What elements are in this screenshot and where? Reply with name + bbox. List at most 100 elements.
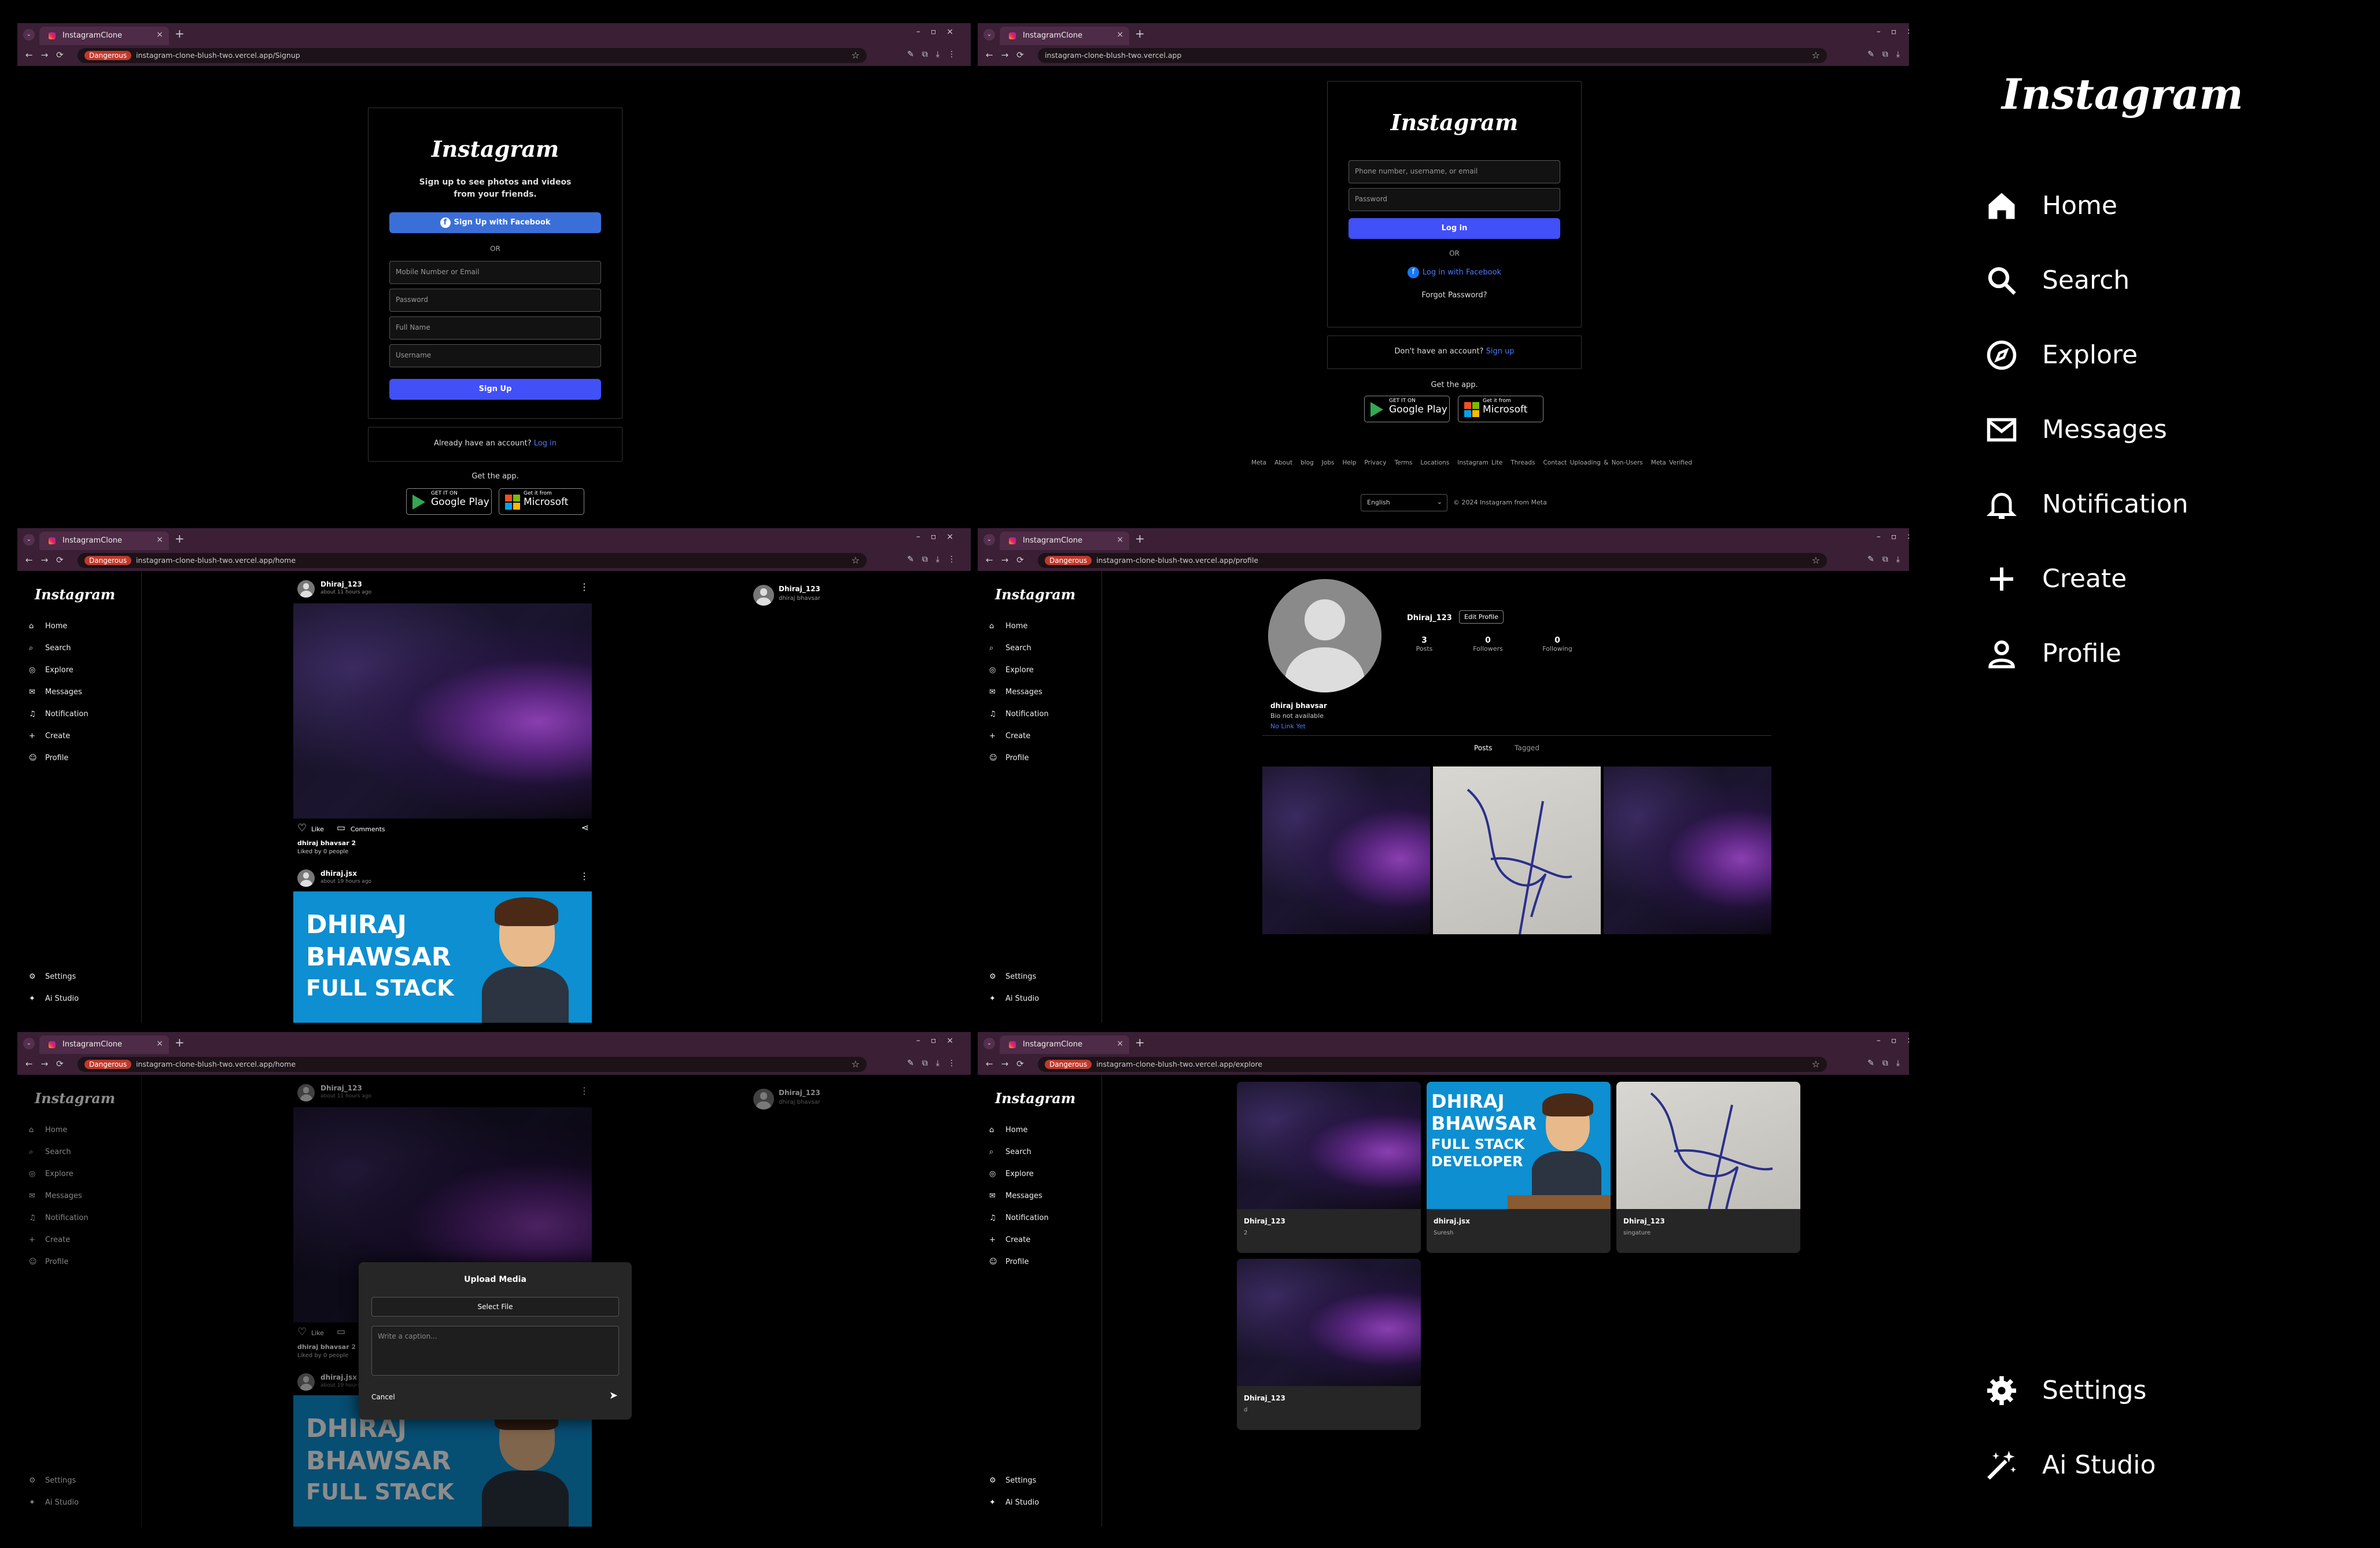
nav-buttons[interactable]: ←→⟳ — [25, 555, 72, 565]
more-options-icon[interactable]: ⋮ — [580, 871, 589, 882]
explore-card[interactable]: DHIRAJ BHAWSAR FULL STACK DEVELOPER dhir… — [1427, 1082, 1611, 1253]
like-label[interactable]: Like — [311, 1329, 324, 1337]
profile-grid-item[interactable] — [1262, 766, 1430, 934]
address-bar[interactable]: Dangerous instagram-clone-blush-two.verce… — [1038, 1057, 1827, 1072]
browser-tab[interactable]: InstagramClone × — [39, 532, 169, 550]
login-facebook-link[interactable]: f Log in with Facebook — [1328, 267, 1581, 278]
more-options-icon[interactable]: ⋮ — [580, 581, 589, 592]
stat-posts[interactable]: 3 Posts — [1407, 636, 1442, 653]
tab-list-button[interactable]: ⌄ — [983, 1038, 995, 1049]
window-controls[interactable]: –▫× — [916, 1036, 964, 1045]
nav-buttons[interactable]: ←→⟳ — [986, 50, 1032, 60]
profile-grid-item[interactable] — [1433, 766, 1601, 934]
signup-button[interactable]: Sign Up — [389, 379, 601, 400]
new-tab-button[interactable]: + — [175, 1035, 185, 1049]
nav-buttons[interactable]: ←→⟳ — [986, 555, 1032, 565]
toolbar-icons[interactable]: ✎⧉⤓⋮ — [907, 555, 964, 564]
comment-icon[interactable]: ▭ — [337, 822, 345, 833]
explore-card[interactable]: Dhiraj_123 singature — [1616, 1082, 1800, 1253]
explore-card[interactable]: Dhiraj_123 2 — [1237, 1082, 1421, 1253]
cancel-button[interactable]: Cancel — [371, 1393, 395, 1401]
avatar[interactable] — [297, 869, 315, 887]
browser-tab[interactable]: InstagramClone × — [39, 1035, 169, 1054]
bookmark-star-icon[interactable]: ☆ — [852, 50, 860, 61]
microsoft-badge[interactable]: Get it from Microsoft — [499, 488, 584, 515]
close-tab-icon[interactable]: × — [1117, 30, 1123, 39]
window-controls[interactable]: –▫× — [916, 532, 964, 541]
dangerous-badge[interactable]: Dangerous — [1045, 1060, 1092, 1069]
tab-list-button[interactable]: ⌄ — [23, 1038, 35, 1049]
bookmark-star-icon[interactable]: ☆ — [1812, 50, 1820, 61]
close-tab-icon[interactable]: × — [1117, 1039, 1123, 1048]
address-bar[interactable]: Dangerous instagram-clone-blush-two.verce… — [78, 1057, 867, 1072]
bookmark-star-icon[interactable]: ☆ — [852, 1059, 860, 1070]
bookmark-star-icon[interactable]: ☆ — [852, 555, 860, 566]
post-username[interactable]: Dhiraj_123 — [320, 1084, 362, 1092]
comments-label[interactable]: Comments — [351, 825, 385, 833]
post-username[interactable]: Dhiraj_123 — [320, 580, 362, 588]
address-bar[interactable]: instagram-clone-blush-two.vercel.app ☆ — [1038, 48, 1827, 63]
post-username[interactable]: dhiraj.jsx — [320, 869, 357, 878]
nav-buttons[interactable]: ←→⟳ — [25, 1059, 72, 1069]
avatar[interactable] — [297, 1084, 315, 1101]
edit-profile-button[interactable]: Edit Profile — [1459, 610, 1504, 624]
like-icon[interactable]: ♡ — [297, 822, 307, 834]
bookmark-star-icon[interactable]: ☆ — [1812, 1059, 1820, 1070]
profile-avatar[interactable] — [1268, 579, 1381, 692]
login-password-input[interactable]: Password — [1349, 188, 1560, 211]
browser-tab[interactable]: InstagramClone × — [1000, 532, 1129, 550]
signup-link[interactable]: Sign up — [1486, 347, 1515, 356]
new-tab-button[interactable]: + — [175, 532, 185, 546]
new-tab-button[interactable]: + — [1135, 1035, 1145, 1049]
google-play-badge[interactable]: GET IT ON Google Play — [406, 488, 492, 515]
send-icon[interactable]: ➤ — [609, 1389, 618, 1402]
footer-link[interactable]: blog — [1300, 459, 1314, 466]
like-icon[interactable]: ♡ — [297, 1326, 307, 1338]
footer-link[interactable]: Threads — [1510, 459, 1535, 466]
tab-tagged[interactable]: Tagged — [1515, 744, 1539, 752]
close-tab-icon[interactable]: × — [156, 1039, 163, 1048]
footer-link[interactable]: Meta Verified — [1651, 459, 1692, 466]
footer-link[interactable]: Instagram Lite — [1457, 459, 1502, 466]
toolbar-icons[interactable]: ✎⧉⤓⋮ — [907, 50, 964, 59]
footer-link[interactable]: Locations — [1420, 459, 1449, 466]
profile-link[interactable]: No Link Yet — [1270, 723, 1306, 730]
tab-list-button[interactable]: ⌄ — [23, 29, 35, 40]
explore-card[interactable]: Dhiraj_123 d — [1237, 1259, 1421, 1430]
footer-link[interactable]: Meta — [1251, 459, 1266, 466]
stat-following[interactable]: 0 Following — [1534, 636, 1580, 653]
footer-link[interactable]: Privacy — [1364, 459, 1386, 466]
fullname-input[interactable]: Full Name — [389, 316, 601, 340]
select-file-button[interactable]: Select File — [371, 1297, 619, 1317]
dangerous-badge[interactable]: Dangerous — [84, 556, 132, 565]
login-button[interactable]: Log in — [1349, 218, 1560, 239]
suggested-username[interactable]: Dhiraj_123 — [779, 1089, 820, 1097]
post-image[interactable] — [293, 603, 592, 819]
close-tab-icon[interactable]: × — [1117, 535, 1123, 544]
new-tab-button[interactable]: + — [1135, 532, 1145, 546]
browser-tab[interactable]: InstagramClone × — [39, 27, 169, 45]
footer-link[interactable]: Help — [1342, 459, 1356, 466]
tab-list-button[interactable]: ⌄ — [23, 534, 35, 546]
dangerous-badge[interactable]: Dangerous — [84, 1060, 132, 1069]
stat-followers[interactable]: 0 Followers — [1465, 636, 1511, 653]
suggested-avatar[interactable] — [753, 585, 774, 606]
google-play-badge[interactable]: GET IT ON Google Play — [1364, 396, 1450, 422]
browser-tab[interactable]: InstagramClone × — [1000, 27, 1129, 45]
signup-facebook-button[interactable]: f Sign Up with Facebook — [389, 212, 601, 233]
tab-list-button[interactable]: ⌄ — [983, 534, 995, 546]
login-user-input[interactable]: Phone number, username, or email — [1349, 160, 1560, 183]
footer-link[interactable]: Contact Uploading & Non-Users — [1543, 459, 1643, 466]
dangerous-badge[interactable]: Dangerous — [1045, 556, 1092, 565]
close-tab-icon[interactable]: × — [156, 30, 163, 39]
new-tab-button[interactable]: + — [175, 27, 185, 40]
login-link[interactable]: Log in — [534, 439, 557, 448]
avatar[interactable] — [297, 1373, 315, 1391]
suggested-username[interactable]: Dhiraj_123 — [779, 585, 820, 593]
tab-posts[interactable]: Posts — [1474, 744, 1492, 752]
toolbar-icons[interactable]: ✎⧉⤓⋮ — [907, 1059, 964, 1068]
language-select[interactable]: English ⌄ — [1361, 494, 1447, 511]
mobile-email-input[interactable]: Mobile Number or Email — [389, 261, 601, 284]
more-options-icon[interactable]: ⋮ — [580, 1085, 589, 1096]
window-controls[interactable]: –▫× — [916, 27, 964, 36]
